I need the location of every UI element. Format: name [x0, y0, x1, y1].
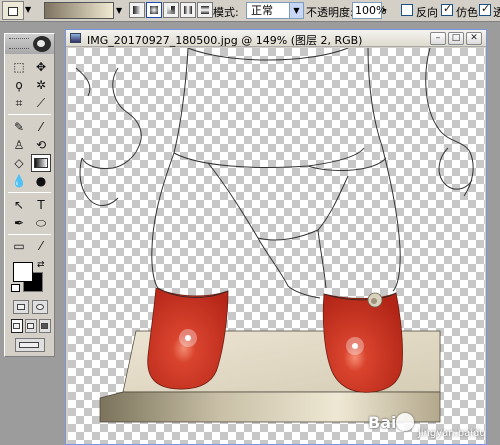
toolbox-divider — [8, 192, 51, 193]
document-titlebar[interactable]: IMG_20170927_180500.jpg @ 149% (图层 2, RG… — [66, 30, 486, 47]
watermark-brand: Bai — [368, 413, 397, 432]
chevron-down-icon[interactable]: ▼ — [289, 3, 303, 18]
document-icon — [70, 33, 81, 43]
mode-select[interactable]: 正常 ▼ — [246, 2, 304, 19]
radial-gradient-button[interactable] — [146, 2, 162, 18]
blur-tool-icon[interactable]: 💧 — [9, 172, 29, 190]
slice-tool-icon[interactable]: ⟋ — [31, 94, 51, 112]
options-bar: ▼ ▼ 模式: 正常 ▼ 不透明度: 100% ▸ 反向 仿色 透 — [0, 0, 500, 22]
photoshop-logo-icon — [33, 36, 51, 52]
document-window: IMG_20170927_180500.jpg @ 149% (图层 2, RG… — [65, 29, 487, 445]
toolbox-divider — [8, 114, 51, 115]
notes-tool-icon[interactable]: ▭ — [9, 237, 29, 255]
linear-gradient-button[interactable] — [129, 2, 145, 18]
reflected-gradient-button[interactable] — [180, 2, 196, 18]
eyedropper-tool-icon[interactable]: ⁄ — [31, 237, 51, 255]
watermark: Bai jingyan.baidu.com — [368, 413, 485, 443]
lasso-tool-icon[interactable]: ϙ — [9, 76, 29, 94]
tool-preset-picker[interactable] — [2, 1, 24, 20]
clone-stamp-tool-icon[interactable]: ♙ — [9, 136, 29, 154]
quick-mask-button[interactable] — [32, 300, 48, 314]
gradient-tool-icon[interactable] — [31, 154, 51, 172]
reverse-checkbox[interactable] — [401, 4, 413, 16]
close-icon[interactable]: ✕ — [466, 32, 482, 45]
transparency-checkbox[interactable] — [479, 2, 491, 16]
history-brush-tool-icon[interactable]: ⟲ — [31, 136, 51, 154]
transparency-label: 透 — [493, 6, 500, 19]
opacity-field[interactable]: 100% — [352, 2, 386, 19]
default-colors-icon[interactable] — [11, 284, 20, 292]
artwork — [75, 48, 474, 423]
standard-screen-mode-button[interactable] — [11, 319, 23, 333]
mode-label: 模式: — [213, 6, 239, 19]
magic-wand-tool-icon[interactable]: ✲ — [31, 76, 51, 94]
toolbox-header[interactable] — [5, 34, 54, 54]
eraser-tool-icon[interactable]: ◇ — [9, 154, 29, 172]
grip-icon — [9, 38, 29, 49]
chevron-down-icon[interactable]: ▼ — [25, 6, 31, 14]
diamond-gradient-button[interactable] — [197, 2, 213, 18]
right-boot — [322, 292, 403, 393]
paw-logo-icon — [396, 413, 414, 431]
dither-checkbox[interactable] — [441, 2, 453, 16]
brush-tool-icon[interactable]: ⁄ — [31, 118, 51, 136]
maximize-icon[interactable]: □ — [448, 32, 464, 45]
standard-mode-button[interactable] — [13, 300, 29, 314]
reverse-label: 反向 — [416, 6, 438, 19]
opacity-label: 不透明度: — [306, 6, 354, 19]
toolbox-divider — [8, 234, 51, 235]
crop-tool-icon[interactable]: ⌗ — [9, 94, 29, 112]
chevron-right-icon[interactable]: ▸ — [383, 5, 387, 14]
healing-brush-tool-icon[interactable]: ✎ — [9, 118, 29, 136]
swap-colors-icon[interactable]: ⇄ — [37, 260, 45, 270]
mode-select-value: 正常 — [251, 4, 273, 17]
fullscreen-menu-mode-button[interactable] — [25, 319, 37, 333]
sketch-lines — [75, 48, 474, 299]
image-canvas[interactable]: Bai jingyan.baidu.com — [68, 48, 485, 444]
dither-label: 仿色 — [456, 6, 478, 19]
minimize-icon[interactable]: – — [430, 32, 446, 45]
watermark-sub: jingyan.baidu.com — [418, 428, 485, 439]
angle-gradient-button[interactable] — [163, 2, 179, 18]
dodge-tool-icon[interactable]: ● — [31, 172, 51, 190]
fullscreen-mode-button[interactable] — [39, 319, 51, 333]
path-selection-tool-icon[interactable]: ↖ — [9, 196, 29, 214]
document-title: IMG_20170927_180500.jpg @ 149% (图层 2, RG… — [87, 34, 363, 47]
gradient-editor-swatch[interactable] — [44, 2, 114, 19]
pen-tool-icon[interactable]: ✒ — [9, 214, 29, 232]
foreground-color-swatch[interactable] — [13, 262, 33, 282]
jump-to-imageready-button[interactable] — [15, 338, 45, 352]
marquee-tool-icon[interactable]: ⬚ — [9, 58, 29, 76]
toolbox: ⬚ ✥ ϙ ✲ ⌗ ⟋ ✎ ⁄ ♙ ⟲ ◇ 💧 ● ↖ T ✒ ⬭ ▭ ⁄ ✋ … — [4, 33, 55, 357]
move-tool-icon[interactable]: ✥ — [31, 58, 51, 76]
shape-tool-icon[interactable]: ⬭ — [31, 214, 51, 232]
chevron-down-icon[interactable]: ▼ — [116, 6, 122, 15]
type-tool-icon[interactable]: T — [31, 196, 51, 214]
